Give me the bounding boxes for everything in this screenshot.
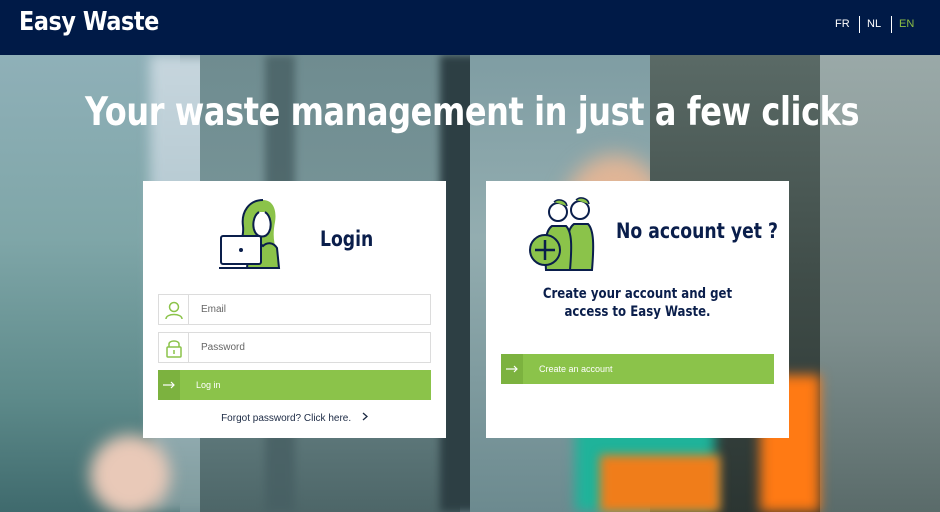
signup-description: Create your account and get access to Ea… (542, 286, 733, 320)
chevron-right-icon (362, 412, 368, 424)
top-header: Easy Waste FR NL EN (0, 0, 940, 55)
bg-shape (600, 455, 720, 512)
password-input[interactable] (190, 333, 430, 362)
create-account-button[interactable]: Create an account (501, 354, 774, 384)
arrow-right-icon (158, 370, 180, 400)
email-input[interactable] (190, 295, 430, 324)
lang-fr[interactable]: FR (835, 16, 850, 33)
lang-en[interactable]: EN (899, 16, 914, 33)
login-heading: Login (320, 227, 374, 251)
lang-separator (859, 16, 860, 33)
lock-icon (159, 333, 189, 362)
email-field[interactable] (158, 294, 431, 325)
people-add-illustration (529, 197, 595, 271)
lang-nl[interactable]: NL (867, 16, 881, 33)
hero-title: Your waste management in just a few clic… (84, 90, 860, 135)
user-icon (159, 295, 189, 324)
signup-heading: No account yet ? (616, 219, 778, 243)
forgot-password-label: Forgot password? Click here. (221, 413, 352, 424)
create-account-label: Create an account (539, 364, 613, 374)
login-button[interactable]: Log in (158, 370, 431, 400)
password-field[interactable] (158, 332, 431, 363)
login-button-label: Log in (196, 380, 221, 390)
brand-logo[interactable]: Easy Waste (19, 7, 159, 37)
login-card: Login Log in Forgot password? Click here… (143, 181, 446, 438)
lang-separator (891, 16, 892, 33)
bg-shape (90, 435, 170, 512)
arrow-right-icon (501, 354, 523, 384)
forgot-password-link[interactable]: Forgot password? Click here. (143, 412, 446, 424)
login-illustration (219, 199, 281, 269)
signup-card: No account yet ? Create your account and… (486, 181, 789, 438)
